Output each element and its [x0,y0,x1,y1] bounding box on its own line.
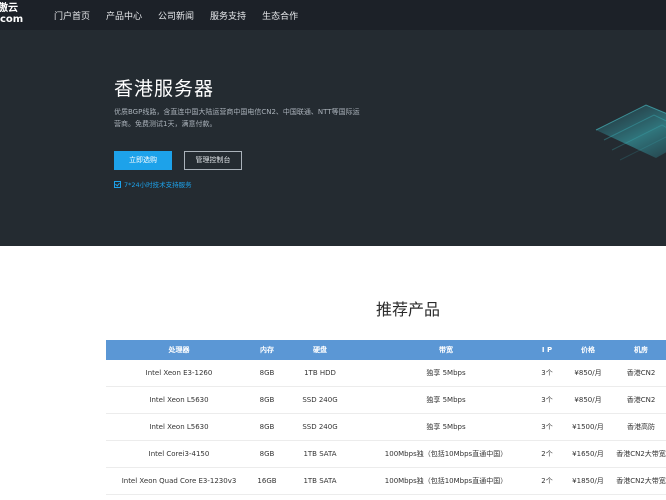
nav-item-ecosystem[interactable]: 生态合作 [262,9,298,22]
table-row[interactable]: Intel Xeon L5630 8GB SSD 240G 独享 5Mbps 3… [106,414,666,441]
hero-title: 香港服务器 [114,78,215,100]
cell-ip: 3个 [541,423,553,431]
nav-item-home[interactable]: 门户首页 [54,9,90,22]
hero-description: 优质BGP线路，含直连中国大陆运营商中国电信CN2、中国联通、NTT等国际运营商… [114,108,360,128]
cell-bandwidth: 独享 5Mbps [426,423,466,431]
cell-cpu: Intel Xeon E3-1260 [145,369,213,377]
cell-disk: 1TB SATA [303,450,337,458]
cell-memory: 8GB [259,396,275,404]
cell-disk: SSD 240G [302,396,338,404]
cell-datacenter: 香港CN2 [626,369,656,377]
logo-text: 傲云 [0,3,18,14]
header-disk: 硬盘 [313,346,327,354]
console-button[interactable]: 管理控制台 [184,151,242,170]
cell-price: ¥850/月 [574,369,602,377]
table-row[interactable]: Intel Xeon L5630 8GB SSD 240G 独享 5Mbps 3… [106,387,666,414]
cell-price: ¥850/月 [574,396,602,404]
buy-now-button[interactable]: 立即选购 [114,151,172,170]
cell-ip: 2个 [541,477,553,485]
cell-price: ¥1500/月 [572,423,604,431]
table-header: 处理器 内存 硬盘 带宽 I P 价格 机房 [106,340,666,360]
hero-banner: 香港服务器 优质BGP线路，含直连中国大陆运营商中国电信CN2、中国联通、NTT… [0,30,666,246]
cell-bandwidth: 100Mbps独（包括10Mbps直通中国） [384,450,508,458]
header-memory: 内存 [260,346,274,354]
header-ip: I P [541,346,553,354]
cell-datacenter: 香港高防 [627,423,655,431]
cell-datacenter: 香港CN2大带宽 [616,477,666,485]
cell-disk: SSD 240G [302,423,338,431]
cell-price: ¥1650/月 [572,450,604,458]
cell-datacenter: 香港CN2 [626,396,656,404]
server-illustration-icon [595,104,666,161]
cell-bandwidth: 独享 5Mbps [426,396,466,404]
check-icon [114,180,121,188]
cell-ip: 3个 [541,369,553,377]
cell-datacenter: 香港CN2大带宽 [616,450,666,458]
cell-disk: 1TB SATA [303,477,337,485]
header-datacenter: 机房 [634,346,648,354]
cell-ip: 3个 [541,396,553,404]
nav-menu: 门户首页 产品中心 公司新闻 服务支持 生态合作 [54,0,314,30]
header-cpu: 处理器 [168,346,190,354]
cell-disk: 1TB HDD [304,369,336,377]
product-table: 处理器 内存 硬盘 带宽 I P 价格 机房 Intel Xeon E3-126… [106,340,666,495]
cell-memory: 8GB [259,450,275,458]
support-text: 7*24小时技术支持服务 [124,181,192,189]
cell-cpu: Intel Xeon L5630 [149,396,209,404]
section-title: 推荐产品 [376,300,441,319]
table-row[interactable]: Intel Xeon E3-1260 8GB 1TB HDD 独享 5Mbps … [106,360,666,387]
cell-memory: 8GB [259,369,275,377]
top-nav: 傲云 com 门户首页 产品中心 公司新闻 服务支持 生态合作 [0,0,666,30]
cell-memory: 16GB [257,477,277,485]
cell-bandwidth: 100Mbps独（包括10Mbps直通中国） [384,477,508,485]
cell-memory: 8GB [259,423,275,431]
table-row[interactable]: Intel Corei3-4150 8GB 1TB SATA 100Mbps独（… [106,441,666,468]
cell-cpu: Intel Xeon Quad Core E3-1230v3 [121,477,237,485]
nav-item-news[interactable]: 公司新闻 [158,9,194,22]
header-price: 价格 [581,346,595,354]
nav-item-products[interactable]: 产品中心 [106,9,142,22]
support-note: 7*24小时技术支持服务 [114,179,192,189]
cell-ip: 2个 [541,450,553,458]
cell-cpu: Intel Xeon L5630 [149,423,209,431]
logo[interactable]: 傲云 com [0,4,30,28]
nav-item-support[interactable]: 服务支持 [210,9,246,22]
cell-price: ¥1850/月 [572,477,604,485]
cell-bandwidth: 独享 5Mbps [426,369,466,377]
cell-cpu: Intel Corei3-4150 [148,450,210,458]
header-bandwidth: 带宽 [439,346,453,354]
page: 傲云 com 门户首页 产品中心 公司新闻 服务支持 生态合作 香港服务器 优质… [0,0,666,500]
logo-domain: com [0,14,24,25]
table-row[interactable]: Intel Xeon Quad Core E3-1230v3 16GB 1TB … [106,468,666,495]
